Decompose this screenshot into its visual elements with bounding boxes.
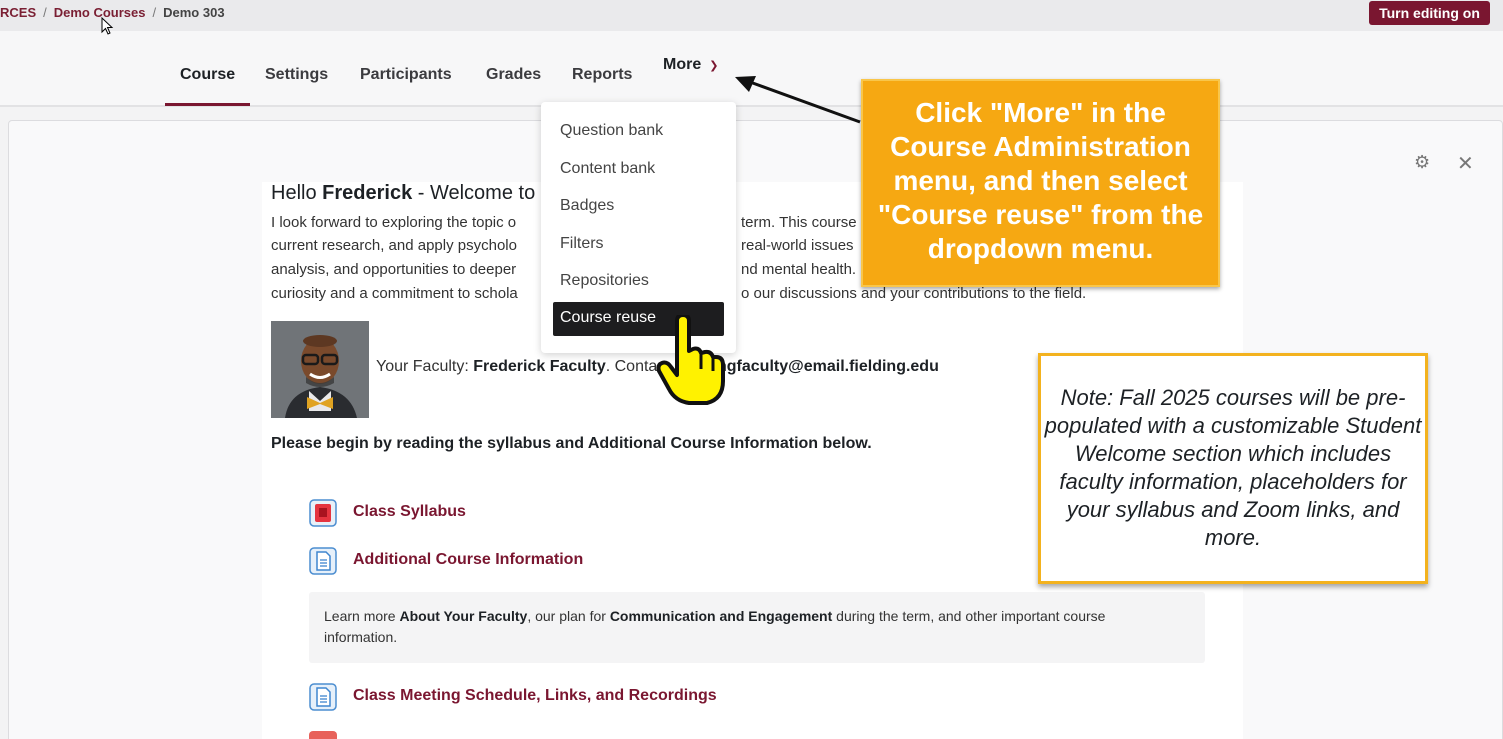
additional-course-information-link[interactable]: Additional Course Information xyxy=(353,551,583,569)
menu-item-content-bank[interactable]: Content bank xyxy=(560,160,655,178)
tab-more[interactable]: More ❯ xyxy=(663,56,718,74)
tab-participants[interactable]: Participants xyxy=(360,66,452,84)
chevron-down-icon: ❯ xyxy=(709,60,719,72)
active-tab-indicator xyxy=(165,103,250,106)
tab-grades[interactable]: Grades xyxy=(486,66,541,84)
menu-item-filters[interactable]: Filters xyxy=(560,235,604,253)
gear-icon[interactable]: ⚙ xyxy=(1414,152,1430,172)
menu-item-badges[interactable]: Badges xyxy=(560,197,614,215)
faculty-info: Your Faculty: Frederick Faculty. Conta xyxy=(376,358,657,376)
class-syllabus-link[interactable]: Class Syllabus xyxy=(353,503,466,521)
card-tools: ⚙ ✕ xyxy=(1414,152,1474,175)
welcome-paragraph-line: current research, and apply psycholo xyxy=(271,237,517,254)
faculty-contact-label: . Conta xyxy=(605,358,658,375)
description-bold: About Your Faculty xyxy=(399,608,528,624)
breadcrumb-item-demo-courses[interactable]: Demo Courses xyxy=(54,5,146,20)
welcome-heading: Hello Frederick - Welcome to S xyxy=(271,182,554,205)
welcome-paragraph-line: analysis, and opportunities to deeper xyxy=(271,261,517,278)
menu-item-repositories[interactable]: Repositories xyxy=(560,272,649,290)
pdf-icon xyxy=(309,499,337,527)
activity-description: Learn more About Your Faculty, our plan … xyxy=(324,606,1174,648)
welcome-paragraph-line: curiosity and a commitment to schola xyxy=(271,285,518,302)
faculty-email[interactable]: ngfaculty@email.fielding.edu xyxy=(717,358,939,376)
welcome-hello: Hello xyxy=(271,182,323,204)
class-meeting-schedule-link[interactable]: Class Meeting Schedule, Links, and Recor… xyxy=(353,687,717,705)
tab-reports[interactable]: Reports xyxy=(572,66,632,84)
note-callout-text: Note: Fall 2025 courses will be pre-popu… xyxy=(1044,385,1422,550)
breadcrumb-separator: / xyxy=(152,5,157,20)
breadcrumb-item-category[interactable]: RCES xyxy=(0,5,36,20)
faculty-name: Frederick Faculty xyxy=(473,358,606,375)
faculty-label: Your Faculty: xyxy=(376,358,474,375)
description-text: , our plan for xyxy=(527,608,610,624)
close-icon[interactable]: ✕ xyxy=(1457,151,1474,176)
tab-more-label: More xyxy=(663,56,702,73)
course-secondary-nav: Course Settings Participants Grades Repo… xyxy=(0,31,1503,107)
menu-item-course-reuse-label: Course reuse xyxy=(560,309,657,326)
welcome-rest: - Welcome to S xyxy=(412,182,555,204)
welcome-paragraph-line-right: nd mental health. xyxy=(741,261,857,278)
welcome-paragraph-line: I look forward to exploring the topic o xyxy=(271,214,517,231)
turn-editing-on-button[interactable]: Turn editing on xyxy=(1369,1,1490,25)
instruction-callout-text: Click "More" in the Course Administratio… xyxy=(877,97,1204,264)
breadcrumb-item-current: Demo 303 xyxy=(163,5,225,20)
begin-instruction: Please begin by reading the syllabus and… xyxy=(271,435,872,452)
welcome-paragraph-line-right: real-world issues xyxy=(741,237,854,254)
description-text: Learn more xyxy=(324,608,400,624)
welcome-student-name: Frederick xyxy=(322,182,413,204)
breadcrumb-separator: / xyxy=(43,5,47,20)
menu-item-question-bank[interactable]: Question bank xyxy=(560,122,663,140)
faculty-email-text: ngfaculty@email.fielding.edu xyxy=(717,358,939,375)
tab-settings[interactable]: Settings xyxy=(265,66,328,84)
hand-pointer-icon xyxy=(656,315,725,405)
page-icon xyxy=(309,683,337,711)
welcome-paragraph-line-right: o our discussions and your contributions… xyxy=(741,285,1087,302)
page-icon xyxy=(309,547,337,575)
mouse-cursor-icon xyxy=(101,17,114,35)
description-bold: Communication and Engagement xyxy=(609,608,833,624)
top-bar: RCES / Demo Courses / Demo 303 Turn editing … xyxy=(0,0,1503,31)
welcome-paragraph-line-right: term. This course xyxy=(741,214,857,231)
tab-course[interactable]: Course xyxy=(180,66,235,84)
activity-icon-partial xyxy=(309,731,337,739)
faculty-photo xyxy=(271,321,369,418)
